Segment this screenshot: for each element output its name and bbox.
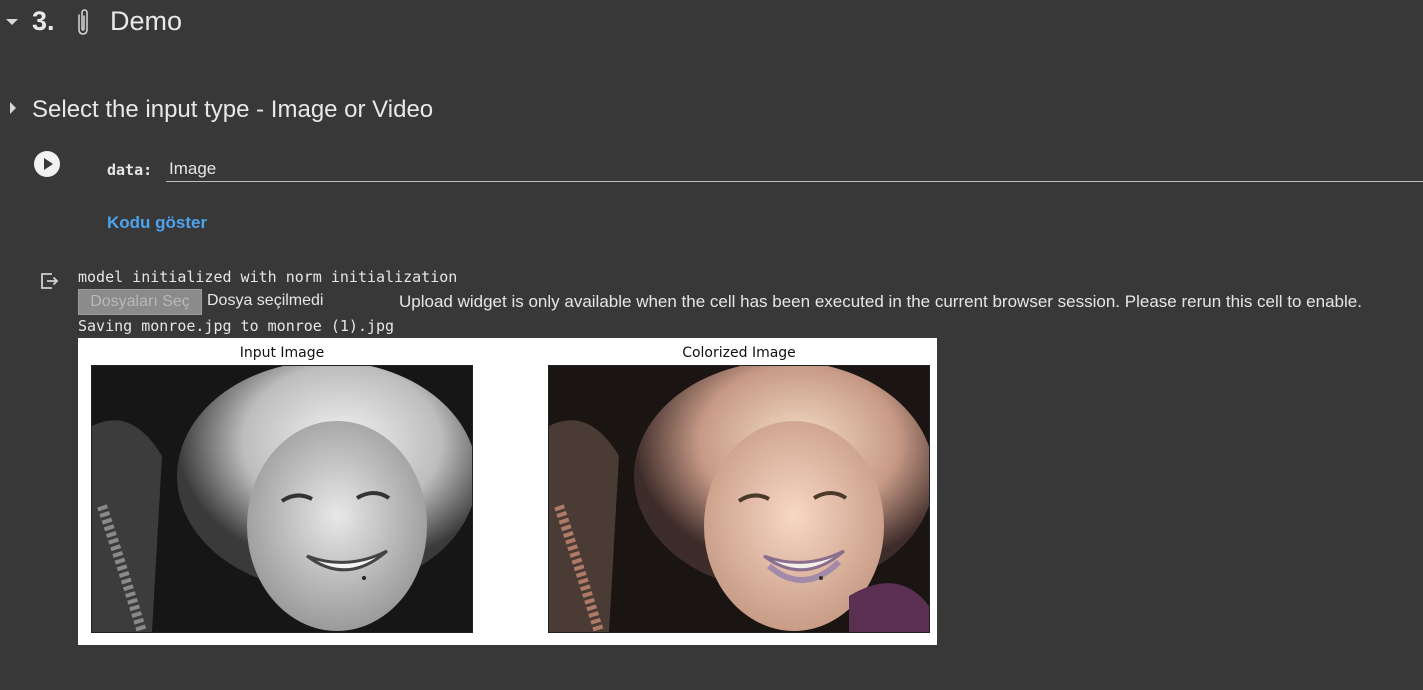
section-number: 3. <box>32 6 55 36</box>
section-collapse-toggle[interactable] <box>4 12 20 32</box>
output-redirect-icon[interactable] <box>38 270 60 292</box>
colorized-image-title: Colorized Image <box>682 345 796 361</box>
colorized-image <box>548 365 930 633</box>
data-field-label: data: <box>107 161 153 179</box>
input-image <box>91 365 473 633</box>
input-image-title: Input Image <box>239 345 325 361</box>
subsection-title: Select the input type - Image or Video <box>32 96 434 123</box>
data-field-input[interactable] <box>166 156 1423 182</box>
paperclip-icon <box>74 7 92 37</box>
upload-widget-notice: Upload widget is only available when the… <box>399 292 1362 311</box>
output-log-line: model initialized with norm initializati… <box>78 268 458 286</box>
choose-files-button[interactable]: Dosyaları Seç <box>78 289 202 315</box>
run-cell-button[interactable] <box>34 151 60 177</box>
output-log-line: Saving monroe.jpg to monroe (1).jpg <box>78 317 395 335</box>
play-icon <box>44 158 53 170</box>
section-title: Demo <box>110 6 183 36</box>
subsection-expand-toggle[interactable] <box>6 98 20 118</box>
caret-right-icon <box>10 102 16 114</box>
file-status-text: Dosya seçilmedi <box>207 292 324 309</box>
show-code-link[interactable]: Kodu göster <box>107 213 207 233</box>
caret-down-icon <box>6 19 18 25</box>
output-figure: Input Image Colorized Image <box>78 338 937 645</box>
